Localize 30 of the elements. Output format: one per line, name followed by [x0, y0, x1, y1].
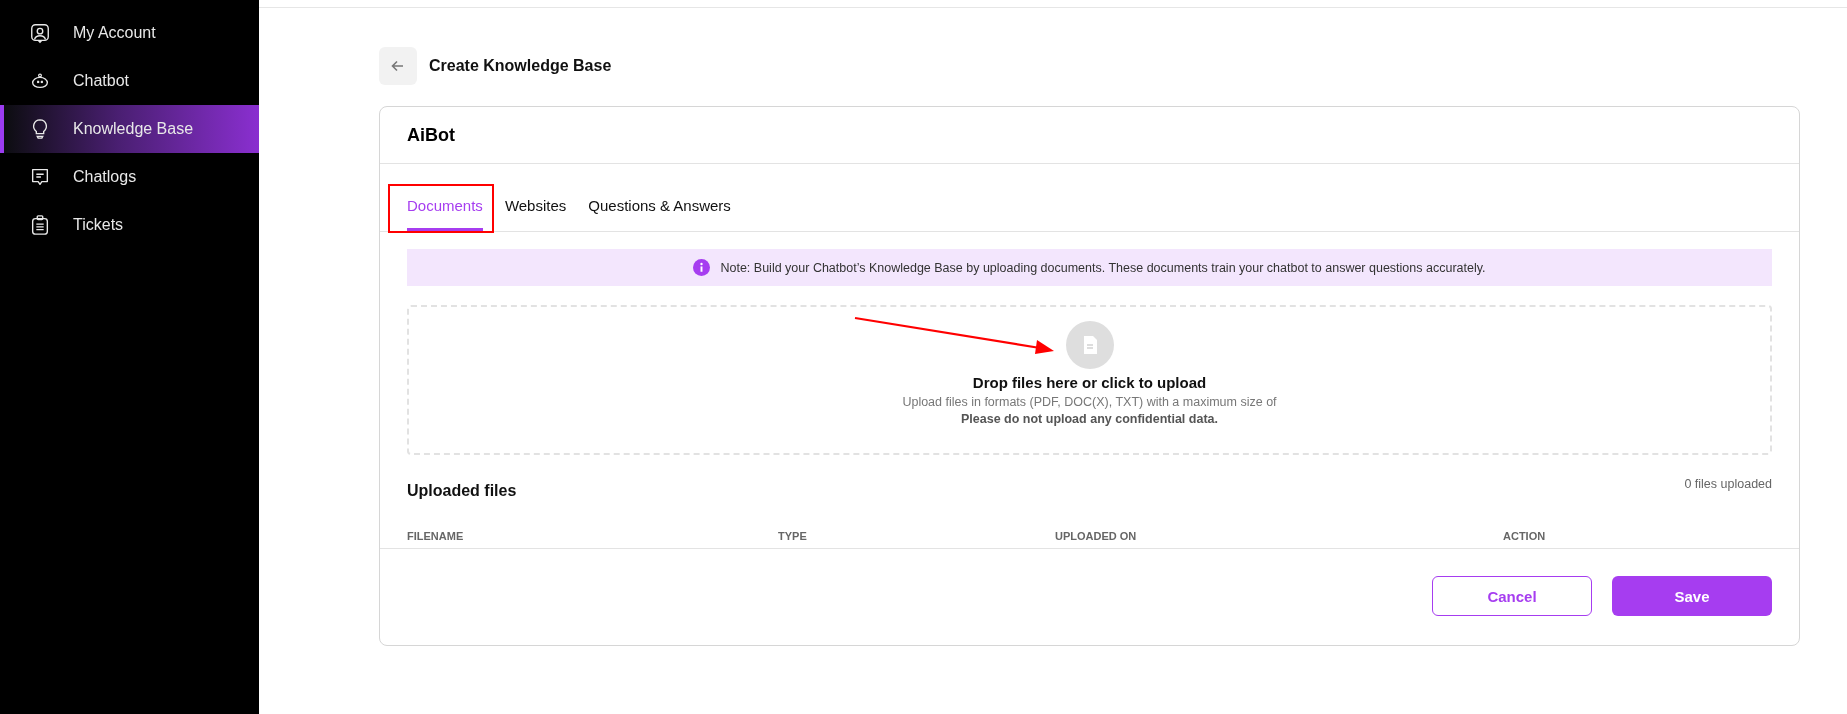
files-count: 0 files uploaded — [1684, 477, 1772, 493]
dropzone-warning: Please do not upload any confidential data. — [961, 412, 1218, 426]
card-title: AiBot — [380, 107, 1799, 164]
cancel-button[interactable]: Cancel — [1432, 576, 1592, 616]
column-header: TYPE — [778, 530, 808, 542]
save-button[interactable]: Save — [1612, 576, 1772, 616]
page-title: Create Knowledge Base — [429, 57, 612, 75]
sidebar-item[interactable]: Chatbot — [0, 57, 259, 105]
upload-dropzone[interactable]: Drop files here or click to upload Upload files in formats (PDF, DOC(X), TXT) with a maximum size of Please do not upload any confidential data. — [407, 305, 1772, 455]
tab[interactable]: Questions & Answers — [588, 197, 731, 231]
ticket-icon — [29, 214, 51, 236]
column-header: FILENAME — [407, 530, 465, 542]
tab[interactable]: Documents — [407, 197, 483, 231]
info-icon — [693, 259, 711, 276]
account-icon — [29, 22, 51, 44]
dropzone-title: Drop files here or click to upload — [972, 374, 1207, 391]
file-icon — [1065, 321, 1114, 369]
sidebar-item[interactable]: My Account — [0, 9, 259, 57]
back-button[interactable] — [379, 47, 417, 85]
section-title: Uploaded files — [407, 482, 517, 500]
sidebar-item[interactable]: Knowledge Base — [0, 105, 259, 153]
chat-icon — [29, 166, 51, 188]
sidebar-item[interactable]: Chatlogs — [0, 153, 259, 201]
column-header: ACTION — [1503, 530, 1547, 542]
tab[interactable]: Websites — [504, 197, 567, 231]
column-header: UPLOADED ON — [1055, 530, 1138, 542]
dropzone-hint: Upload files in formats (PDF, DOC(X), TXT) with a maximum size of — [902, 395, 1277, 409]
sidebar-item[interactable]: Tickets — [0, 201, 259, 249]
back-arrow-icon — [390, 58, 406, 74]
note-text: Note: Build your Chatbot’s Knowledge Base by uploading documents. These documents train your chatbot to answer questions accurately. — [720, 260, 1486, 275]
